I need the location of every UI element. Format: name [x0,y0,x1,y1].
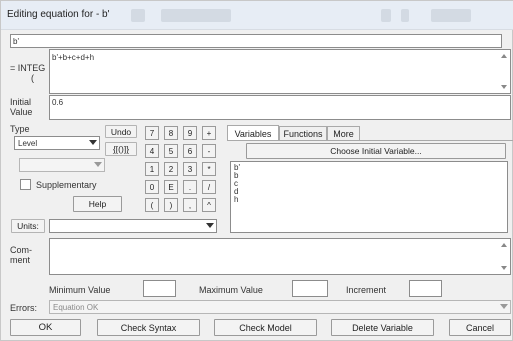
ok-button[interactable]: OK [10,319,81,336]
keypad-key-1[interactable]: 1 [145,162,159,176]
scroll-up-icon[interactable] [501,243,507,247]
keypad-key-open-paren[interactable]: ( [145,198,159,212]
variable-name-field[interactable]: b' [10,34,502,48]
check-model-button[interactable]: Check Model [214,319,317,336]
keypad-key-close-paren[interactable]: ) [164,198,178,212]
keypad-key-5[interactable]: 5 [164,144,178,158]
keypad-key-minus[interactable]: - [202,144,216,158]
title-bar[interactable]: Editing equation for - b' [1,1,513,30]
chevron-down-icon [500,304,508,309]
undo-button[interactable]: Undo [105,125,137,138]
keypad-key-2[interactable]: 2 [164,162,178,176]
equation-value: b'+b+c+d+h [52,53,95,62]
scroll-down-icon[interactable] [501,85,507,89]
increment-label: Increment [346,285,387,295]
comment-field[interactable] [49,238,511,275]
type-label: Type [10,124,30,134]
integ-open-paren: ( [31,73,34,83]
keypad-key-power[interactable]: ^ [202,198,216,212]
scroll-down-icon[interactable] [501,266,507,270]
app-icon [131,9,145,22]
cancel-button[interactable]: Cancel [449,319,511,336]
blurred-title-segment [431,9,471,22]
variables-list[interactable]: b' b c d h [230,161,508,233]
chevron-down-icon [206,223,214,228]
units-select[interactable] [49,219,217,233]
chevron-down-icon [89,140,97,145]
subtype-select[interactable] [19,158,105,172]
keypad-key-comma[interactable]: , [183,198,197,212]
help-button[interactable]: Help [73,196,122,212]
check-syntax-button[interactable]: Check Syntax [97,319,200,336]
supplementary-label: Supplementary [36,180,97,190]
tab-variables[interactable]: Variables [227,125,279,141]
minimum-value-input[interactable] [143,280,176,297]
keypad-key-multiply[interactable]: * [202,162,216,176]
choose-initial-variable-button[interactable]: Choose Initial Variable... [246,143,506,159]
keypad-key-8[interactable]: 8 [164,126,178,140]
equation-editor-dialog: Editing equation for - b' b' = INTEG ( b… [0,0,513,341]
keypad-key-divide[interactable]: / [202,180,216,194]
integ-label: = INTEG [10,63,46,73]
keypad-key-0[interactable]: 0 [145,180,159,194]
maximum-value-input[interactable] [292,280,328,297]
increment-input[interactable] [409,280,442,297]
errors-field: Equation OK [49,300,511,314]
supplementary-checkbox[interactable] [20,179,31,190]
keypad-key-decimal[interactable]: . [183,180,197,194]
initial-value-field[interactable]: 0.6 [49,95,511,120]
keypad-key-exponent[interactable]: E [164,180,178,194]
keypad-key-4[interactable]: 4 [145,144,159,158]
initial-value-text: 0.6 [52,98,64,107]
blurred-title-segment [161,9,231,22]
brackets-button[interactable]: {[()]} [105,142,137,156]
keypad-key-9[interactable]: 9 [183,126,197,140]
maximum-value-label: Maximum Value [199,285,263,295]
initial-value-label-1: Initial [10,97,32,107]
minimum-value-label: Minimum Value [49,285,111,295]
type-select[interactable]: Level [14,136,100,150]
blurred-title-icon [401,9,409,22]
units-button[interactable]: Units: [11,219,45,233]
initial-value-label-2: Value [10,107,33,117]
type-selected-value: Level [18,139,38,148]
comment-label-1: Com- [10,245,32,255]
scroll-up-icon[interactable] [501,54,507,58]
blurred-title-icon [381,9,391,22]
keypad-key-6[interactable]: 6 [183,144,197,158]
delete-variable-button[interactable]: Delete Variable [331,319,434,336]
variable-name-value: b' [13,37,19,46]
tab-functions[interactable]: Functions [279,126,327,141]
tab-more[interactable]: More [327,126,360,141]
list-item[interactable]: h [234,196,238,204]
keypad-key-3[interactable]: 3 [183,162,197,176]
comment-label-2: ment [10,255,31,265]
window-title: Editing equation for - b' [7,9,110,20]
keypad-key-plus[interactable]: + [202,126,216,140]
keypad-key-7[interactable]: 7 [145,126,159,140]
errors-value: Equation OK [53,303,99,312]
equation-field[interactable]: b'+b+c+d+h [49,49,511,94]
errors-label: Errors: [10,303,37,313]
chevron-down-icon [94,162,102,167]
